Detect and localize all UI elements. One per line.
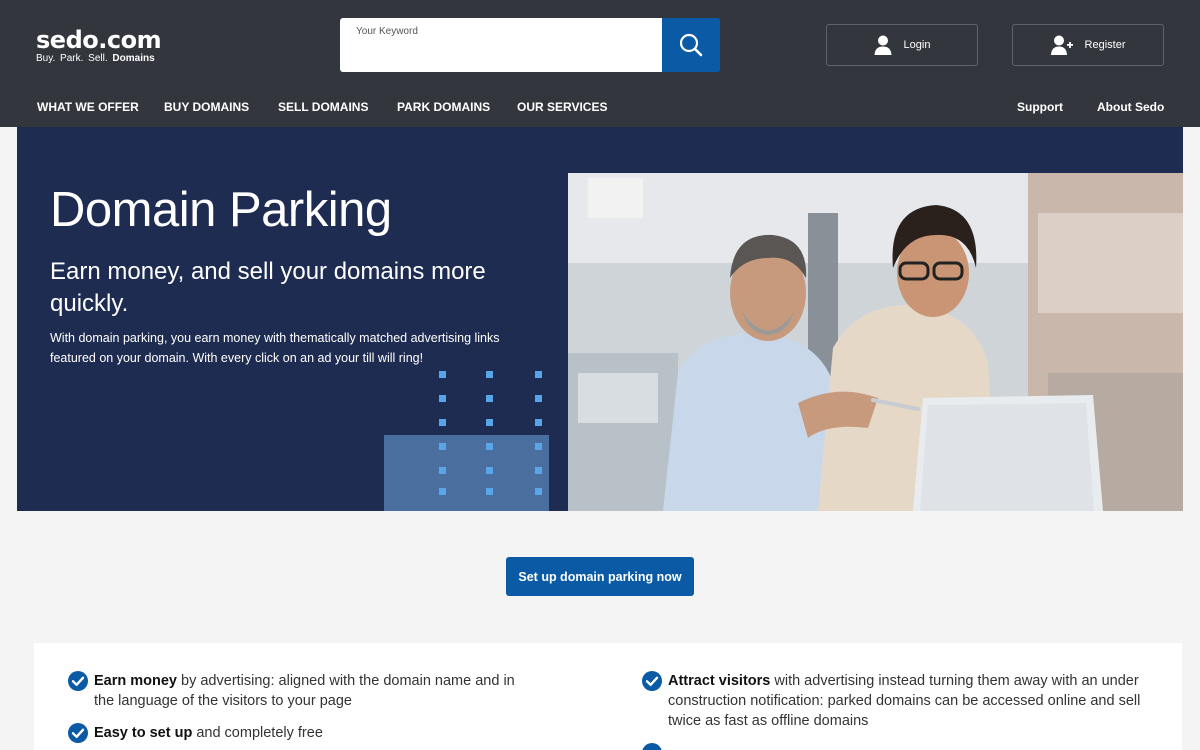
decorative-dot (439, 371, 446, 378)
register-button[interactable]: Register (1012, 24, 1164, 66)
feature-text: Easy to set up and completely free (94, 725, 323, 741)
search-input[interactable] (356, 42, 646, 66)
hero-dot-pattern (439, 371, 590, 495)
decorative-dot (535, 395, 542, 402)
user-icon (874, 35, 892, 55)
check-circle-icon (642, 743, 662, 750)
nav-park-domains[interactable]: PARK DOMAINS (397, 100, 490, 114)
site-header: sedo.com Buy. Park. Sell. Domains Your K… (0, 0, 1200, 127)
features-panel: Earn money by advertising: aligned with … (34, 643, 1182, 750)
hero-subtitle: Earn money, and sell your domains more q… (50, 258, 486, 317)
feature-text: Earn money by advertising: aligned with … (94, 673, 515, 709)
register-label: Register (1084, 39, 1126, 51)
check-circle-icon (642, 671, 662, 691)
user-plus-icon (1050, 35, 1073, 55)
logo-tagline: Buy. Park. Sell. Domains (36, 53, 155, 64)
check-circle-icon (68, 671, 88, 691)
decorative-dot (486, 443, 493, 450)
search-box: Your Keyword (340, 18, 662, 72)
nav-what-we-offer[interactable]: WHAT WE OFFER (37, 100, 139, 114)
feature-easy-setup: Easy to set up and completely free (68, 723, 538, 743)
nav-about-sedo[interactable]: About Sedo (1097, 100, 1164, 114)
login-button[interactable]: Login (826, 24, 978, 66)
setup-parking-button[interactable]: Set up domain parking now (506, 557, 694, 596)
decorative-dot (439, 419, 446, 426)
login-label: Login (903, 39, 931, 51)
decorative-dot (535, 419, 542, 426)
sedo-logo[interactable]: sedo.com Buy. Park. Sell. Domains (36, 26, 162, 65)
decorative-dot (535, 467, 542, 474)
decorative-dot (535, 371, 542, 378)
search-icon (679, 33, 703, 57)
decorative-dot (439, 395, 446, 402)
page-title: Domain Parking (50, 183, 392, 237)
search-button[interactable] (662, 18, 720, 72)
feature-attract-visitors: Attract visitors with advertising instea… (642, 671, 1142, 731)
nav-support[interactable]: Support (1017, 100, 1063, 114)
decorative-dot (486, 419, 493, 426)
feature-text: Attract visitors with advertising instea… (668, 673, 1141, 729)
decorative-dot (535, 443, 542, 450)
decorative-dot (439, 467, 446, 474)
hero-photo (568, 173, 1183, 511)
feature-earn-money: Earn money by advertising: aligned with … (68, 671, 538, 711)
nav-buy-domains[interactable]: BUY DOMAINS (164, 100, 249, 114)
decorative-dot (486, 467, 493, 474)
feature-partial-next (642, 743, 1142, 750)
decorative-dot (535, 488, 542, 495)
nav-our-services[interactable]: OUR SERVICES (517, 100, 607, 114)
nav-sell-domains[interactable]: SELL DOMAINS (278, 100, 368, 114)
office-photo-illustration (568, 173, 1183, 511)
check-circle-icon (68, 723, 88, 743)
search-label: Your Keyword (356, 26, 418, 37)
decorative-dot (486, 488, 493, 495)
hero-description: With domain parking, you earn money with… (50, 331, 500, 365)
decorative-dot (439, 443, 446, 450)
hero-banner: Domain Parking Earn money, and sell your… (17, 127, 1183, 511)
decorative-dot (486, 371, 493, 378)
decorative-dot (486, 395, 493, 402)
decorative-dot (439, 488, 446, 495)
logo-wordmark: sedo.com (36, 26, 162, 54)
